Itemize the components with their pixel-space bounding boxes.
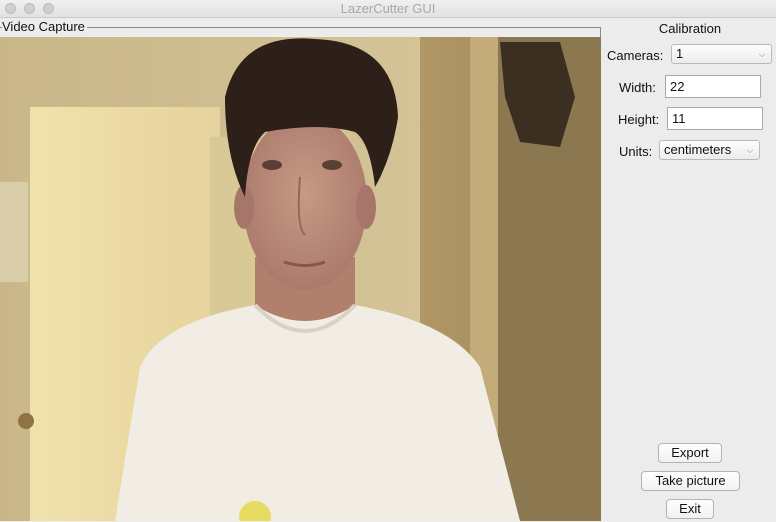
units-value: centimeters xyxy=(664,142,732,157)
webcam-image xyxy=(0,37,601,521)
video-capture-label: Video Capture xyxy=(2,19,87,34)
width-label: Width: xyxy=(619,80,656,95)
cameras-value: 1 xyxy=(676,46,684,61)
export-button[interactable]: Export xyxy=(658,443,722,463)
units-label: Units: xyxy=(619,144,653,159)
window-title: LazerCutter GUI xyxy=(340,1,436,16)
height-field[interactable]: 11 xyxy=(667,107,763,130)
calibration-title: Calibration xyxy=(658,21,722,36)
cameras-select[interactable]: 1 ⌵ xyxy=(671,44,772,64)
app-window: LazerCutter GUI Video Capture Calibratio… xyxy=(0,0,776,522)
height-label: Height: xyxy=(618,112,660,127)
chevron-down-icon: ⌵ xyxy=(746,145,754,155)
cameras-label: Cameras: xyxy=(607,48,664,63)
chevron-down-icon: ⌵ xyxy=(758,49,766,59)
width-field[interactable]: 22 xyxy=(665,75,761,98)
title-bar: LazerCutter GUI xyxy=(0,0,776,18)
take-picture-button[interactable]: Take picture xyxy=(641,471,740,491)
exit-button[interactable]: Exit xyxy=(666,499,714,519)
video-feed xyxy=(0,37,601,521)
units-select[interactable]: centimeters ⌵ xyxy=(659,140,760,160)
